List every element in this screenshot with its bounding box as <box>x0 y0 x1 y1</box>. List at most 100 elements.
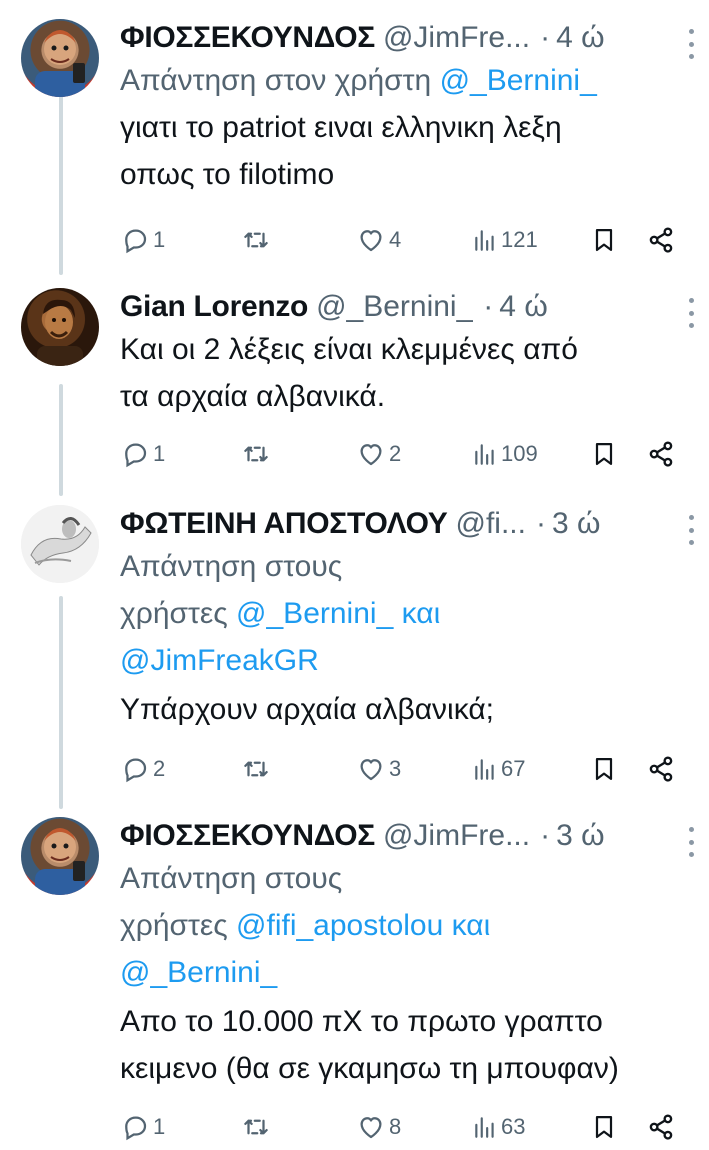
view-count: 121 <box>501 227 538 252</box>
timestamp[interactable]: 4 ώ <box>499 288 547 326</box>
reply-button[interactable]: 2 <box>120 749 165 789</box>
share-button[interactable] <box>646 1107 676 1147</box>
share-icon <box>649 441 673 467</box>
separator-dot: · <box>535 507 546 540</box>
view-count: 109 <box>501 441 538 466</box>
more-icon[interactable] <box>687 827 695 857</box>
more-icon[interactable] <box>687 298 695 328</box>
share-button[interactable] <box>646 220 676 260</box>
tweet-content: ΦΙΟΣΣΕΚΟΥΝΔΟΣ @JimFre... · 3 ώ Απάντηση … <box>120 817 695 1092</box>
reply-count: 1 <box>153 441 166 466</box>
more-icon[interactable] <box>687 515 695 545</box>
separator-dot: · <box>540 819 551 852</box>
views-icon <box>475 230 494 251</box>
tweet-header: ΦΩΤΕΙΝΗ ΑΠΟΣΤΟΛΟΥ @fi... · 3 ώ <box>120 505 695 543</box>
retweet-button[interactable] <box>240 220 272 260</box>
retweet-icon <box>244 446 268 462</box>
avatar[interactable] <box>21 817 99 895</box>
views-button[interactable]: 121 <box>472 220 538 260</box>
mention-link[interactable]: @_Bernini_ <box>236 597 393 630</box>
reply-button[interactable]: 1 <box>120 1107 165 1147</box>
author-handle[interactable]: @JimFre... <box>383 19 530 57</box>
author-name[interactable]: ΦΙΟΣΣΕΚΟΥΝΔΟΣ <box>120 19 375 57</box>
bookmark-button[interactable] <box>590 220 618 260</box>
share-icon <box>649 756 673 782</box>
reply-count: 1 <box>153 227 166 252</box>
retweet-button[interactable] <box>240 1107 272 1147</box>
avatar[interactable] <box>21 505 99 583</box>
like-button[interactable]: 8 <box>356 1107 401 1147</box>
like-button[interactable]: 2 <box>356 434 401 474</box>
retweet-button[interactable] <box>240 749 272 789</box>
heart-icon <box>360 1117 382 1139</box>
bookmark-icon <box>595 228 613 252</box>
action-bar: 1 8 63 <box>120 1107 680 1147</box>
avatar[interactable] <box>21 288 99 366</box>
bookmark-button[interactable] <box>590 1107 618 1147</box>
reply-joiner: και <box>401 597 441 630</box>
retweet-button[interactable] <box>240 434 272 474</box>
tweet[interactable]: Gian Lorenzo @_Bernini_ · 4 ώ Και οι 2 λ… <box>0 288 709 488</box>
tweet[interactable]: ΦΩΤΕΙΝΗ ΑΠΟΣΤΟΛΟΥ @fi... · 3 ώ Απάντηση … <box>0 505 709 805</box>
tweet[interactable]: ΦΙΟΣΣΕΚΟΥΝΔΟΣ @JimFre... · 3 ώ Απάντηση … <box>0 817 709 1150</box>
tweet[interactable]: ΦΙΟΣΣΕΚΟΥΝΔΟΣ @JimFre... · 4 ώ Απάντηση … <box>0 19 709 269</box>
bookmark-icon <box>595 442 613 466</box>
tweet-text-line: τα αρχαία αλβανικά. <box>120 380 386 413</box>
like-button[interactable]: 3 <box>356 749 401 789</box>
tweet-text-line: Υπάρχουν αρχαία αλβανικά; <box>120 693 495 726</box>
author-name[interactable]: ΦΩΤΕΙΝΗ ΑΠΟΣΤΟΛΟΥ <box>120 505 448 543</box>
timestamp[interactable]: 4 ώ <box>556 19 604 57</box>
tweet-text: Και οι 2 λέξεις είναι κλεμμένες από τα α… <box>120 326 695 420</box>
tweet-header: ΦΙΟΣΣΕΚΟΥΝΔΟΣ @JimFre... · 4 ώ <box>120 19 695 57</box>
reply-prefix: χρήστες <box>120 909 228 942</box>
tweet-text: γιατι το patriot ειναι ελληνικη λεξη οπω… <box>120 104 695 198</box>
more-icon[interactable] <box>687 29 695 59</box>
tweet-text-line: κειμενο (θα σε γκαμησω τη μπουφαν) <box>120 1052 619 1085</box>
views-icon <box>475 1117 494 1138</box>
avatar[interactable] <box>21 19 99 97</box>
reply-icon <box>125 443 147 468</box>
reply-prefix: Απάντηση στους <box>120 862 343 895</box>
mention-link[interactable]: @JimFreakGR <box>120 637 695 684</box>
reply-context: Απάντηση στους χρήστες @fifi_apostolou κ… <box>120 855 695 996</box>
heart-icon <box>360 444 382 466</box>
bookmark-button[interactable] <box>590 749 618 789</box>
author-name[interactable]: ΦΙΟΣΣΕΚΟΥΝΔΟΣ <box>120 817 375 855</box>
view-count: 63 <box>501 1114 526 1139</box>
author-handle[interactable]: @JimFre... <box>383 817 530 855</box>
reply-context: Απάντηση στον χρήστη @_Bernini_ <box>120 57 695 104</box>
retweet-icon <box>244 761 268 777</box>
like-button[interactable]: 4 <box>356 220 401 260</box>
author-handle[interactable]: @_Bernini_ <box>316 288 473 326</box>
share-button[interactable] <box>646 749 676 789</box>
reply-button[interactable]: 1 <box>120 220 165 260</box>
separator-dot: · <box>483 290 494 323</box>
reply-prefix: Απάντηση στους <box>120 550 343 583</box>
reply-button[interactable]: 1 <box>120 434 165 474</box>
bookmark-icon <box>595 1115 613 1139</box>
tweet-text-line: γιατι το patriot ειναι ελληνικη λεξη <box>120 111 562 144</box>
bookmark-button[interactable] <box>590 434 618 474</box>
mention-link[interactable]: @_Bernini_ <box>440 64 597 97</box>
tweet-content: ΦΙΟΣΣΕΚΟΥΝΔΟΣ @JimFre... · 4 ώ Απάντηση … <box>120 19 695 198</box>
timestamp[interactable]: 3 ώ <box>556 817 604 855</box>
views-button[interactable]: 109 <box>472 434 538 474</box>
mention-link[interactable]: @fifi_apostolou <box>236 909 443 942</box>
share-button[interactable] <box>646 434 676 474</box>
action-bar: 1 2 109 <box>120 434 680 474</box>
views-button[interactable]: 67 <box>472 749 525 789</box>
action-bar: 2 3 67 <box>120 749 680 789</box>
author-name[interactable]: Gian Lorenzo <box>120 288 308 326</box>
author-handle[interactable]: @fi... <box>456 505 526 543</box>
like-count: 4 <box>389 227 402 252</box>
reply-prefix: Απάντηση στον χρήστη <box>120 64 432 97</box>
bookmark-icon <box>595 757 613 781</box>
retweet-icon <box>244 1119 268 1135</box>
views-button[interactable]: 63 <box>472 1107 525 1147</box>
like-count: 2 <box>389 441 402 466</box>
reply-count: 2 <box>153 756 166 781</box>
tweet-text-line: οπως το filotimo <box>120 158 335 191</box>
view-count: 67 <box>501 756 526 781</box>
mention-link[interactable]: @_Bernini_ <box>120 949 695 996</box>
timestamp[interactable]: 3 ώ <box>552 505 600 543</box>
